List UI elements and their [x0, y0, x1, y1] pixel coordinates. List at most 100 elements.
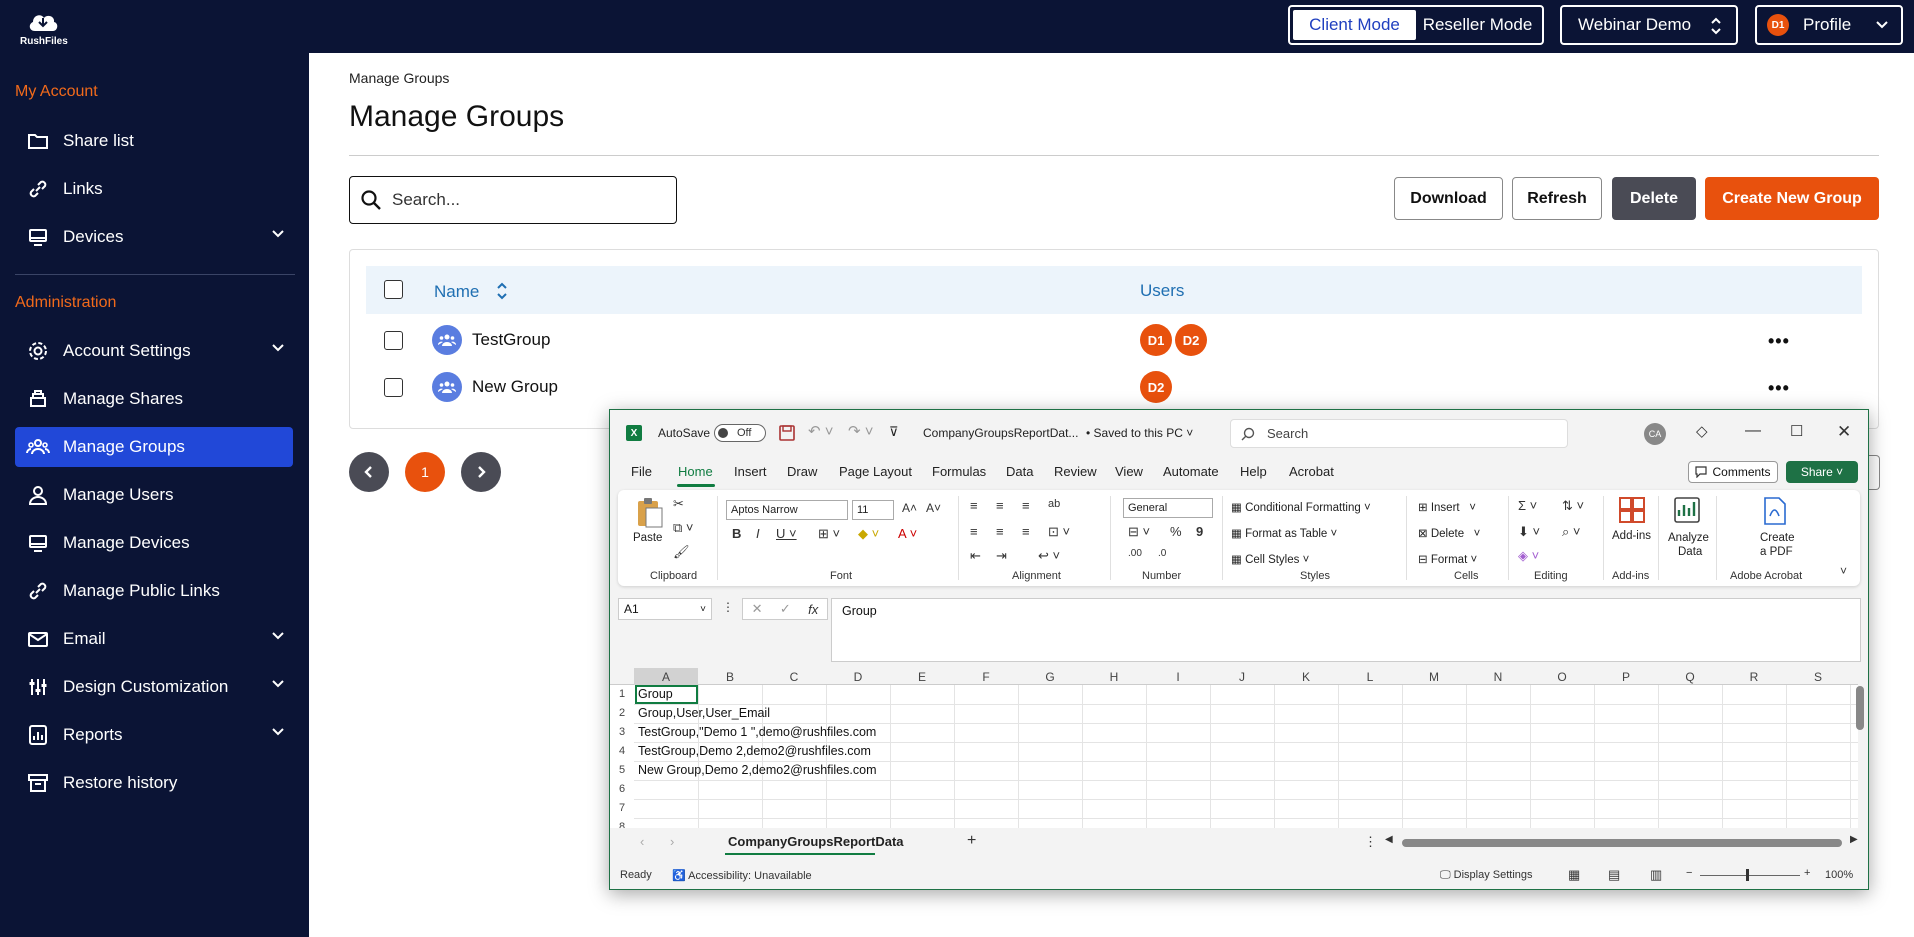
workspace-select[interactable]: Webinar Demo — [1560, 5, 1738, 45]
column-header[interactable]: G — [1018, 668, 1082, 685]
more-options-icon[interactable]: ••• — [1768, 378, 1790, 399]
redo-icon[interactable]: ↷ ˅ — [848, 422, 874, 440]
sidebar-item-account-settings[interactable]: Account Settings — [15, 331, 293, 371]
formula-input[interactable]: Group — [831, 598, 1861, 662]
rushfiles-logo[interactable]: RushFiles — [20, 9, 68, 47]
sidebar-item-reports[interactable]: Reports — [15, 715, 293, 755]
paste-label[interactable]: Paste — [633, 532, 662, 544]
formula-bar-menu-icon[interactable]: ⋮ — [722, 600, 734, 614]
reseller-mode-button[interactable]: Reseller Mode — [1416, 10, 1539, 40]
sidebar-item-restore-history[interactable]: Restore history — [15, 763, 293, 803]
delete-button[interactable]: Delete — [1612, 177, 1696, 220]
client-mode-button[interactable]: Client Mode — [1293, 10, 1416, 40]
increase-indent-icon[interactable]: ⇥ — [996, 548, 1007, 564]
sidebar-item-manage-shares[interactable]: Manage Shares — [15, 379, 293, 419]
user-avatar[interactable]: D1 — [1140, 324, 1172, 356]
row-header[interactable]: 7 — [610, 802, 634, 814]
cell-value[interactable]: New Group,Demo 2,demo2@rushfiles.com — [638, 763, 876, 777]
save-icon[interactable] — [778, 424, 796, 442]
wrap-text-icon[interactable]: ↩ ˅ — [1038, 548, 1060, 564]
share-button[interactable]: Share ˅ — [1786, 461, 1858, 483]
row-header[interactable]: 4 — [610, 745, 634, 757]
insert-cells-button[interactable]: ⊞ Insert ˅ — [1418, 500, 1476, 514]
ribbon-collapse-icon[interactable]: ˅ — [1840, 564, 1847, 578]
vertical-scrollbar[interactable] — [1856, 686, 1864, 730]
column-header[interactable]: L — [1338, 668, 1402, 685]
tab-home[interactable]: Home — [678, 464, 713, 479]
cell-styles-button[interactable]: ▦ Cell Styles ˅ — [1231, 552, 1309, 566]
column-header[interactable]: R — [1722, 668, 1786, 685]
sidebar-item-manage-users[interactable]: Manage Users — [15, 475, 293, 515]
cut-icon[interactable]: ✂ — [673, 496, 684, 512]
cell-value[interactable]: Group,User,User_Email — [638, 706, 770, 720]
search-input[interactable] — [392, 190, 662, 210]
more-options-icon[interactable]: ••• — [1768, 331, 1790, 352]
analyze-data-icon[interactable] — [1673, 496, 1701, 524]
tab-help[interactable]: Help — [1240, 464, 1267, 479]
tab-insert[interactable]: Insert — [734, 464, 767, 479]
zoom-slider[interactable] — [1700, 875, 1800, 876]
find-select-icon[interactable]: ⌕ ˅ — [1562, 524, 1580, 540]
table-row[interactable]: TestGroup D1 D2 ••• — [366, 317, 1862, 363]
sidebar-item-manage-groups[interactable]: Manage Groups — [15, 427, 293, 467]
column-header[interactable]: B — [698, 668, 762, 685]
cell-value[interactable]: TestGroup,Demo 2,demo2@rushfiles.com — [638, 744, 871, 758]
group-name[interactable]: TestGroup — [472, 330, 550, 350]
sheet-tab[interactable]: CompanyGroupsReportData — [728, 834, 904, 849]
prev-page-button[interactable] — [349, 452, 389, 492]
font-color-icon[interactable]: A ˅ — [898, 526, 917, 541]
profile-menu[interactable]: D1 Profile — [1755, 5, 1903, 45]
row-header[interactable]: 5 — [610, 764, 634, 776]
normal-view-icon[interactable]: ▦ — [1568, 867, 1580, 883]
copy-icon[interactable]: ⧉ ˅ — [673, 520, 694, 536]
zoom-slider-thumb[interactable] — [1746, 869, 1749, 881]
autosave-toggle[interactable]: Off — [714, 424, 766, 442]
align-top-icon[interactable]: ≡ — [970, 498, 978, 513]
sidebar-item-email[interactable]: Email — [15, 619, 293, 659]
column-header[interactable]: S — [1786, 668, 1850, 685]
row-checkbox[interactable] — [384, 378, 403, 397]
group-name[interactable]: New Group — [472, 377, 558, 397]
number-format-select[interactable]: General — [1123, 498, 1213, 518]
tab-view[interactable]: View — [1115, 464, 1143, 479]
scroll-right-icon[interactable]: ▶ — [1850, 834, 1858, 845]
page-number-button[interactable]: 1 — [405, 452, 445, 492]
sidebar-item-design-customization[interactable]: Design Customization — [15, 667, 293, 707]
name-box[interactable]: A1 ˅ — [618, 598, 712, 620]
comments-button[interactable]: Comments — [1688, 461, 1778, 483]
underline-icon[interactable]: U ˅ — [776, 526, 797, 541]
format-cells-button[interactable]: ⊟ Format ˅ — [1418, 552, 1477, 566]
align-bottom-icon[interactable]: ≡ — [1022, 498, 1030, 513]
increase-font-icon[interactable]: A˄ — [902, 501, 917, 515]
clear-icon[interactable]: ◈ ˅ — [1518, 548, 1539, 564]
cell-value[interactable]: Group — [638, 687, 673, 701]
sort-filter-icon[interactable]: ⇅ ˅ — [1562, 498, 1584, 514]
cancel-icon[interactable]: ✕ — [752, 601, 763, 617]
column-header[interactable]: C — [762, 668, 826, 685]
next-page-button[interactable] — [461, 452, 501, 492]
create-pdf-icon[interactable] — [1762, 496, 1788, 526]
scroll-left-icon[interactable]: ◀ — [1385, 834, 1393, 845]
row-header[interactable]: 6 — [610, 783, 634, 795]
orientation-icon[interactable]: ab — [1048, 498, 1060, 510]
decrease-decimal-icon[interactable]: .0 — [1158, 548, 1166, 559]
italic-icon[interactable]: I — [756, 526, 760, 541]
column-header[interactable]: E — [890, 668, 954, 685]
user-avatar[interactable]: D2 — [1175, 324, 1207, 356]
tab-page-layout[interactable]: Page Layout — [839, 464, 912, 479]
column-header[interactable]: A — [634, 668, 698, 685]
paste-icon[interactable] — [634, 496, 664, 528]
next-sheet-icon[interactable]: › — [670, 834, 674, 849]
tab-data[interactable]: Data — [1006, 464, 1033, 479]
align-left-icon[interactable]: ≡ — [970, 524, 978, 539]
row-checkbox[interactable] — [384, 331, 403, 350]
add-ins-button-label[interactable]: Add-ins — [1612, 530, 1651, 542]
format-painter-icon[interactable]: 🖌 — [673, 544, 690, 560]
select-all-checkbox[interactable] — [384, 280, 403, 299]
zoom-out-icon[interactable]: − — [1686, 867, 1692, 879]
column-header[interactable]: H — [1082, 668, 1146, 685]
tab-file[interactable]: File — [631, 464, 652, 479]
account-avatar[interactable]: CA — [1644, 423, 1666, 445]
cell-value[interactable]: TestGroup,"Demo 1 ",demo@rushfiles.com — [638, 725, 876, 739]
tab-review[interactable]: Review — [1054, 464, 1097, 479]
